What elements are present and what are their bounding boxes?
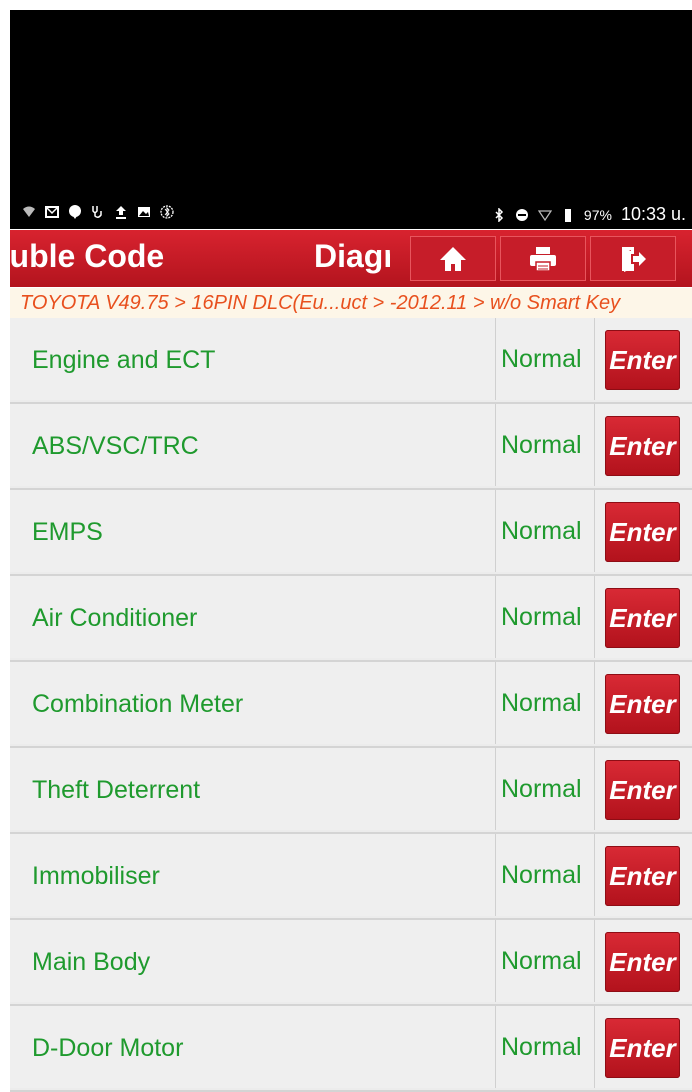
clock: 10:33 u. [620, 204, 686, 224]
enter-cell: Enter [595, 318, 692, 400]
enter-cell: Enter [595, 490, 692, 572]
enter-button[interactable]: Enter [605, 502, 680, 562]
upload-icon [116, 206, 126, 219]
system-name-cell: ABS/VSC/TRC [10, 404, 496, 486]
system-name-cell: Immobiliser [10, 834, 496, 916]
system-name-cell: Engine and ECT [10, 318, 496, 400]
system-list: Engine and ECT Normal Enter ABS/VSC/TRC Norm… [10, 318, 692, 1092]
chat-icon [69, 205, 81, 219]
signal-icon [537, 209, 552, 221]
do-not-disturb-icon [515, 208, 528, 221]
bluetooth-circle-icon [160, 205, 174, 219]
list-item: ABS/VSC/TRC Normal Enter [10, 404, 692, 490]
list-item: D-Door Motor Normal Enter [10, 1006, 692, 1092]
breadcrumb: TOYOTA V49.75 > 16PIN DLC(Eu...uct > -20… [10, 288, 692, 318]
list-item: Air Conditioner Normal Enter [10, 576, 692, 662]
system-status: Normal [501, 517, 582, 545]
notification-icons [22, 205, 174, 219]
enter-cell: Enter [595, 404, 692, 486]
list-item: Main Body Normal Enter [10, 920, 692, 1006]
home-button[interactable] [410, 236, 496, 281]
enter-button[interactable]: Enter [605, 760, 680, 820]
header-title-left: ouble Code [10, 238, 165, 274]
battery-level: 97% [583, 206, 612, 223]
printer-icon [530, 246, 556, 272]
enter-cell: Enter [595, 748, 692, 830]
system-name: D-Door Motor [32, 1034, 184, 1062]
system-name-cell: Main Body [10, 920, 496, 1002]
system-status: Normal [501, 947, 582, 975]
enter-button[interactable]: Enter [605, 1018, 680, 1078]
system-status: Normal [501, 431, 582, 459]
enter-cell: Enter [595, 834, 692, 916]
system-name: ABS/VSC/TRC [32, 432, 199, 460]
bluetooth-icon [495, 207, 503, 222]
enter-cell: Enter [595, 1006, 692, 1088]
system-name-cell: D-Door Motor [10, 1006, 496, 1088]
system-status-cell: Normal [496, 576, 595, 658]
status-bar: 97% 10:33 u. [10, 200, 692, 230]
system-status-cell: Normal [496, 748, 595, 830]
print-button[interactable] [500, 236, 586, 281]
system-status-cell: Normal [496, 662, 595, 744]
system-status-cell: Normal [496, 834, 595, 916]
list-item: Theft Deterrent Normal Enter [10, 748, 692, 834]
enter-button[interactable]: Enter [605, 932, 680, 992]
enter-button[interactable]: Enter [605, 846, 680, 906]
header-title-right: Diagr [314, 238, 390, 274]
system-status-cell: Normal [496, 318, 595, 400]
list-item: Engine and ECT Normal Enter [10, 318, 692, 404]
enter-button[interactable]: Enter [605, 674, 680, 734]
enter-button[interactable]: Enter [605, 330, 680, 390]
list-item: Immobiliser Normal Enter [10, 834, 692, 920]
enter-button[interactable]: Enter [605, 416, 680, 476]
image-icon [138, 207, 150, 217]
stethoscope-icon [92, 206, 102, 219]
system-status: 97% 10:33 u. [492, 204, 686, 225]
app-header: ouble Code Diagr [10, 230, 692, 287]
system-name-cell: Theft Deterrent [10, 748, 496, 830]
system-name: Air Conditioner [32, 604, 198, 632]
system-status: Normal [501, 775, 582, 803]
gmail-icon [45, 206, 59, 218]
wifi-icon [23, 206, 35, 217]
battery-icon [564, 208, 571, 222]
system-name: Main Body [32, 948, 151, 976]
system-name: EMPS [32, 518, 103, 546]
enter-button[interactable]: Enter [605, 588, 680, 648]
system-status-cell: Normal [496, 490, 595, 572]
list-item: EMPS Normal Enter [10, 490, 692, 576]
list-item: Combination Meter Normal Enter [10, 662, 692, 748]
system-status: Normal [501, 603, 582, 631]
system-name-cell: Air Conditioner [10, 576, 496, 658]
header-title: ouble Code Diagr [10, 238, 390, 275]
system-name: Theft Deterrent [32, 776, 201, 804]
system-name: Engine and ECT [32, 346, 216, 374]
system-status-cell: Normal [496, 920, 595, 1002]
home-icon [440, 246, 466, 271]
system-name-cell: Combination Meter [10, 662, 496, 744]
system-status: Normal [501, 689, 582, 717]
system-status: Normal [501, 345, 582, 373]
system-status: Normal [501, 1033, 582, 1061]
black-top-area [10, 10, 692, 229]
exit-icon [622, 246, 646, 272]
system-name-cell: EMPS [10, 490, 496, 572]
enter-cell: Enter [595, 662, 692, 744]
enter-cell: Enter [595, 576, 692, 658]
system-name: Immobiliser [32, 862, 160, 890]
system-name: Combination Meter [32, 690, 244, 718]
exit-button[interactable] [590, 236, 676, 281]
system-status: Normal [501, 861, 582, 889]
enter-cell: Enter [595, 920, 692, 1002]
system-status-cell: Normal [496, 1006, 595, 1088]
system-status-cell: Normal [496, 404, 595, 486]
